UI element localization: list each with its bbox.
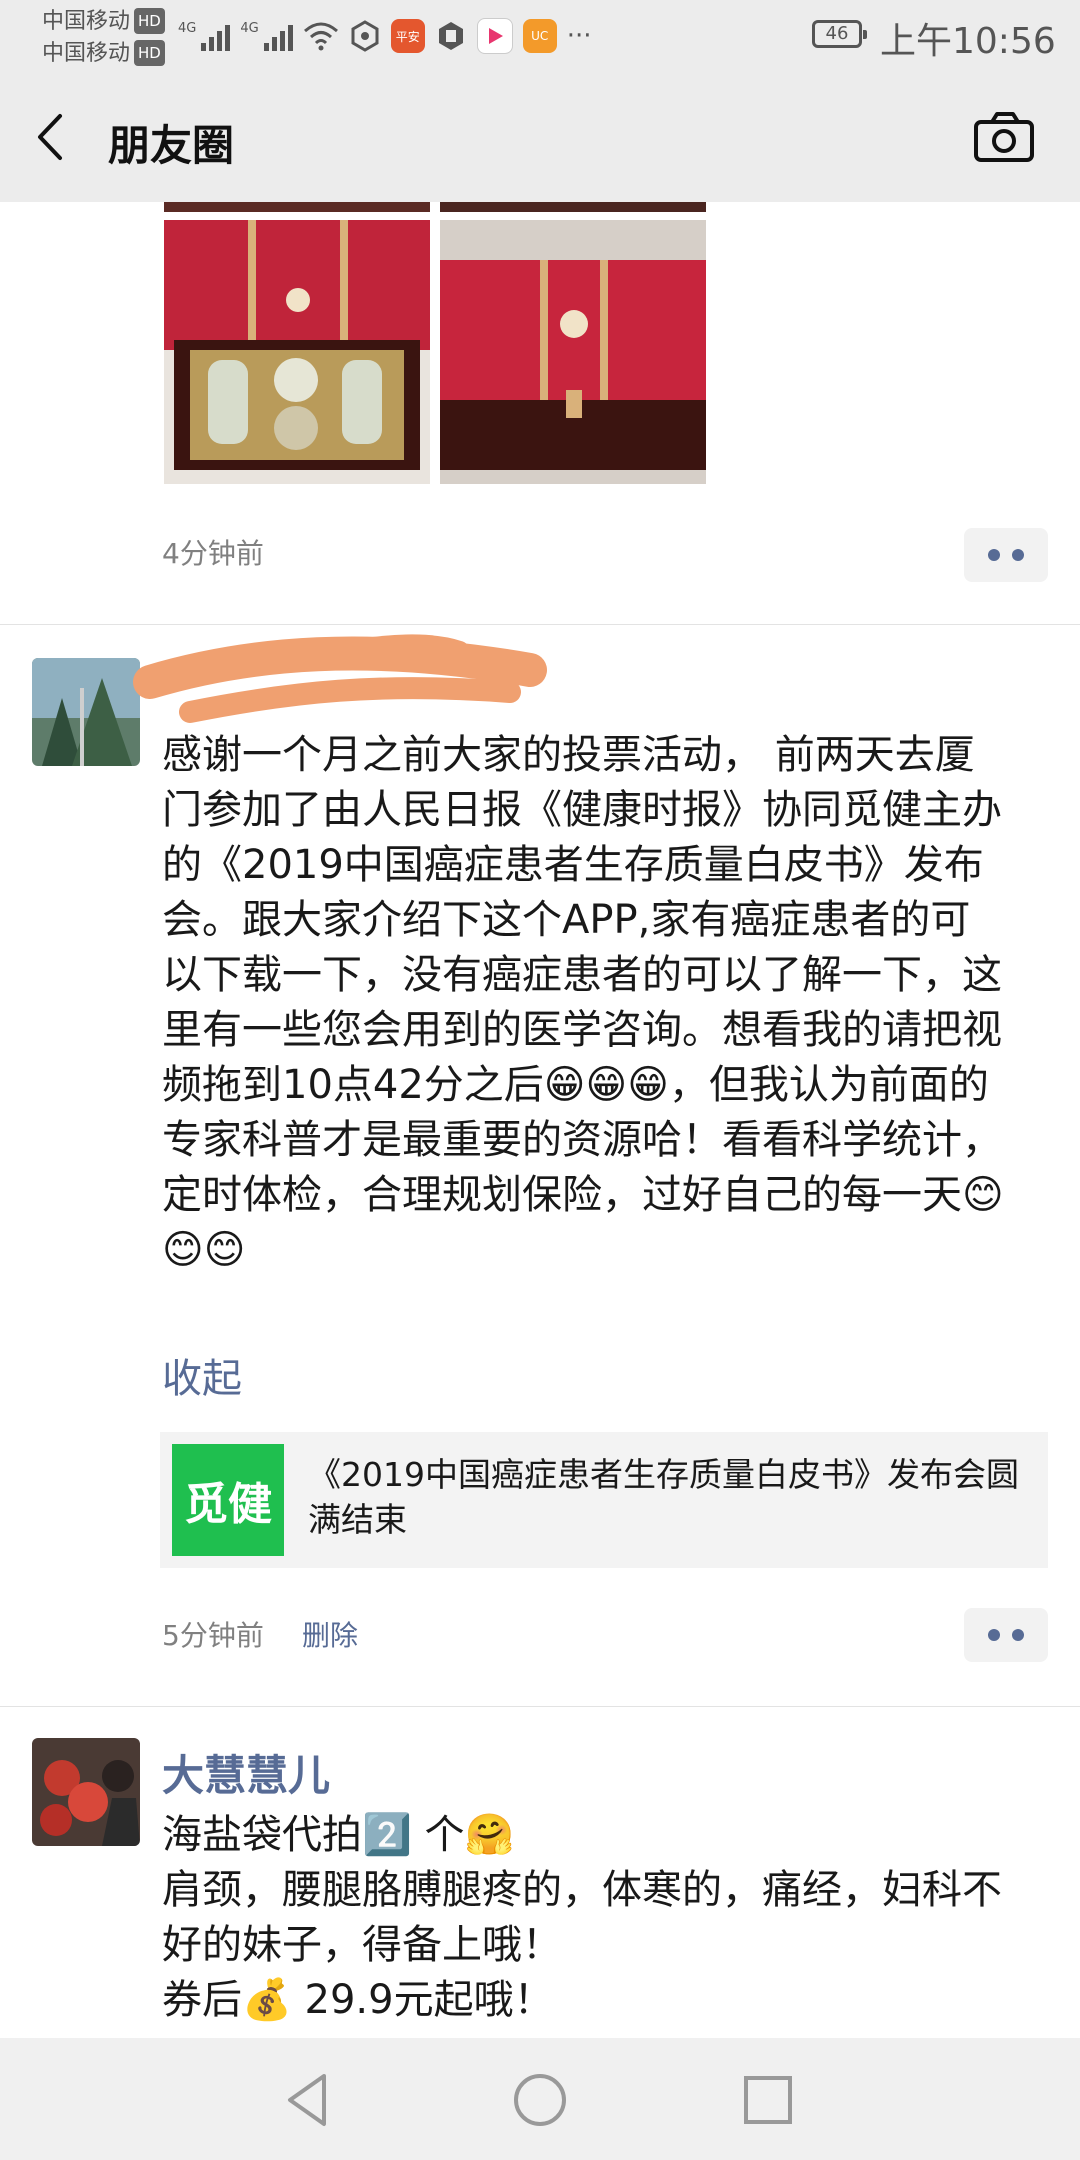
post-more-button[interactable] (964, 1608, 1048, 1662)
title-bar: 朋友圈 (0, 72, 1080, 202)
navigation-bar (0, 2038, 1080, 2160)
link-thumbnail: 觅健 (172, 1444, 284, 1556)
circle-home-icon (514, 2074, 566, 2126)
avatar[interactable] (32, 1738, 140, 1846)
post-image-gift-box-open[interactable] (164, 220, 430, 484)
post-text: 感谢一个月之前大家的投票活动， 前两天去厦门参加了由人民日报《健康时报》协同觅健… (162, 732, 1004, 1273)
pingan-app-icon: 平安 (390, 19, 425, 53)
youku-app-icon (476, 18, 513, 54)
wifi-icon (303, 22, 338, 51)
uc-browser-icon: UC (522, 19, 557, 53)
status-bar: 中国移动 HD 中国移动 HD 4G 4G 平安 UC ··· 46 上午10:56 (0, 0, 1080, 72)
camera-button[interactable] (970, 106, 1040, 168)
moments-feed[interactable]: 4分钟前 感谢一个月之前大家的投票活动， 前两天去厦门参加了由人民日报《健康时报… (0, 202, 1080, 2038)
carrier-label-1: 中国移动 HD (42, 8, 165, 35)
post-timestamp: 4分钟前 (162, 537, 264, 570)
post-image-gift-box-closed[interactable] (440, 220, 706, 484)
triangle-back-icon (288, 2074, 326, 2126)
shield-app-icon (438, 22, 463, 50)
avatar[interactable] (32, 658, 140, 766)
carrier-label-2: 中国移动 HD (42, 40, 165, 67)
nav-home-button[interactable] (508, 2068, 572, 2132)
status-icons: 4G 4G 平安 UC ··· (178, 12, 592, 60)
delete-link[interactable]: 删除 (302, 1614, 358, 1654)
post-image-strip-top (164, 202, 430, 212)
post-divider (0, 1706, 1080, 1707)
signal-icon: 4G (178, 21, 231, 51)
shared-link-card[interactable]: 觅健 《2019中国癌症患者生存质量白皮书》发布会圆满结束 (160, 1432, 1048, 1568)
clock: 上午10:56 (880, 21, 1056, 62)
nav-back-button[interactable] (276, 2068, 340, 2132)
signal-icon-2: 4G (240, 21, 293, 51)
more-notifications-icon: ··· (566, 21, 592, 51)
collapse-link[interactable]: 收起 (162, 1346, 242, 1404)
page-title: 朋友圈 (108, 121, 235, 170)
link-title: 《2019中国癌症患者生存质量白皮书》发布会圆满结束 (308, 1455, 1019, 1539)
nav-recents-button[interactable] (736, 2068, 800, 2132)
back-button[interactable] (24, 102, 88, 172)
square-recents-icon (744, 2076, 792, 2124)
camera-icon (974, 112, 1034, 162)
back-arrow-icon (38, 114, 62, 160)
post-text: 海盐袋代拍2️⃣ 个🤗 肩颈，腰腿胳膊腿疼的，体寒的，痛经，妇科不好的妹子，得备… (162, 1812, 1002, 2023)
battery-icon: 46 (812, 20, 867, 48)
author-name[interactable]: 大慧慧儿 (162, 1742, 330, 1803)
redacted-name-scribble (133, 634, 547, 723)
post-image-strip-top-2 (440, 202, 706, 212)
post-more-button[interactable] (964, 528, 1048, 582)
hexagon-app-icon (351, 20, 379, 52)
post-timestamp: 5分钟前 (162, 1619, 264, 1652)
